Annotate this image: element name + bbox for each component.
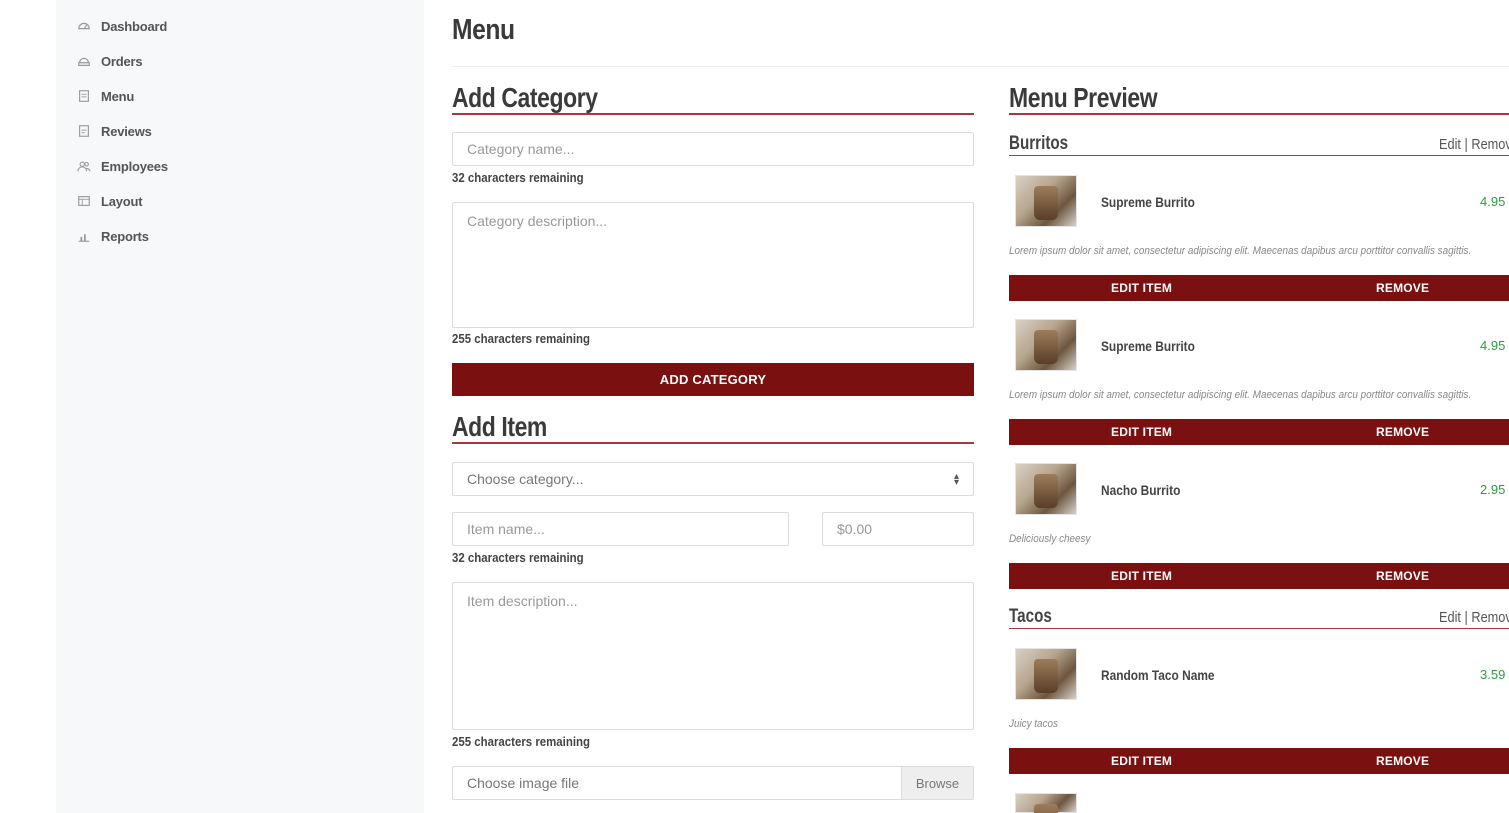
sidebar: Dashboard Orders Menu Reviews Employees … — [56, 0, 424, 813]
sidebar-item-label: Dashboard — [101, 18, 168, 34]
item-name-hint: 32 characters remaining — [452, 550, 584, 565]
remove-item-button[interactable]: REMOVE — [1376, 419, 1429, 445]
item-price: 3.59 — [1480, 667, 1506, 682]
browse-button[interactable]: Browse — [901, 767, 973, 799]
title-divider — [452, 66, 1509, 67]
item-description: Deliciously cheesy — [1009, 533, 1091, 545]
item-price-placeholder: $0.00 — [837, 521, 873, 537]
category-description-placeholder: Category description... — [467, 213, 608, 229]
page-title: Menu — [452, 14, 515, 46]
category-name-input[interactable]: Category name... — [452, 132, 974, 166]
item-name: Supreme Burrito — [1101, 338, 1195, 354]
sidebar-item-layout[interactable]: Layout — [76, 189, 143, 213]
menu-preview-heading: Menu Preview — [1009, 82, 1158, 113]
category-name-placeholder: Category name... — [467, 141, 575, 157]
item-name: Random Taco Name — [1101, 667, 1215, 683]
item-price: 4.95 — [1480, 194, 1506, 209]
menu-preview-divider — [1009, 113, 1509, 115]
item-actions: EDIT ITEM REMOVE — [1009, 748, 1509, 774]
category-select[interactable]: Choose category... ▴ ▾ — [452, 462, 974, 496]
item-price: 2.95 — [1480, 482, 1506, 497]
image-file-input[interactable]: Choose image file Browse — [452, 766, 974, 800]
item-thumbnail — [1015, 175, 1077, 227]
edit-item-button[interactable]: EDIT ITEM — [1111, 419, 1172, 445]
item-description-placeholder: Item description... — [467, 593, 578, 609]
item-price: 4.95 — [1480, 338, 1506, 353]
item-actions: EDIT ITEM REMOVE — [1009, 419, 1509, 445]
category-divider — [1009, 155, 1509, 156]
menu-icon — [76, 88, 92, 104]
sidebar-item-label: Layout — [101, 193, 143, 209]
employees-icon — [76, 158, 92, 174]
layout-icon — [76, 193, 92, 209]
category-name-tacos: Tacos — [1009, 606, 1052, 627]
category-edit-remove-link[interactable]: Edit | Remove — [1439, 136, 1509, 153]
edit-item-button[interactable]: EDIT ITEM — [1111, 563, 1172, 589]
image-file-placeholder: Choose image file — [467, 775, 580, 791]
item-name-placeholder: Item name... — [467, 521, 545, 537]
sidebar-item-label: Reports — [101, 228, 149, 244]
orders-icon — [76, 53, 92, 69]
item-description: Lorem ipsum dolor sit amet, consectetur … — [1009, 389, 1472, 401]
item-description: Juicy tacos — [1009, 718, 1058, 730]
item-name-input[interactable]: Item name... — [452, 512, 789, 546]
item-description-hint: 255 characters remaining — [452, 734, 590, 749]
remove-item-button[interactable]: REMOVE — [1376, 275, 1429, 301]
item-description: Lorem ipsum dolor sit amet, consectetur … — [1009, 245, 1472, 257]
category-name-hint: 32 characters remaining — [452, 170, 584, 185]
category-divider — [1009, 628, 1509, 629]
remove-item-button[interactable]: REMOVE — [1376, 748, 1429, 774]
category-description-input[interactable]: Category description... — [452, 202, 974, 328]
remove-item-button[interactable]: REMOVE — [1376, 563, 1429, 589]
sidebar-item-reviews[interactable]: Reviews — [76, 119, 152, 143]
sidebar-item-menu[interactable]: Menu — [76, 84, 134, 108]
sidebar-item-label: Employees — [101, 158, 168, 174]
sidebar-item-reports[interactable]: Reports — [76, 224, 149, 248]
sidebar-item-orders[interactable]: Orders — [76, 49, 143, 73]
reviews-icon — [76, 123, 92, 139]
item-actions: EDIT ITEM REMOVE — [1009, 563, 1509, 589]
item-actions: EDIT ITEM REMOVE — [1009, 275, 1509, 301]
item-description-input[interactable]: Item description... — [452, 582, 974, 730]
item-name: Nacho Burrito — [1101, 482, 1181, 498]
sidebar-item-dashboard[interactable]: Dashboard — [76, 14, 167, 38]
add-item-divider — [452, 442, 974, 444]
sidebar-item-employees[interactable]: Employees — [76, 154, 168, 178]
item-thumbnail — [1015, 648, 1077, 700]
add-category-divider — [452, 113, 974, 115]
item-thumbnail — [1015, 463, 1077, 515]
sidebar-item-label: Menu — [101, 88, 135, 104]
add-category-button[interactable]: ADD CATEGORY — [452, 363, 974, 396]
reports-icon — [76, 228, 92, 244]
item-name: Supreme Burrito — [1101, 194, 1195, 210]
edit-item-button[interactable]: EDIT ITEM — [1111, 275, 1172, 301]
category-description-hint: 255 characters remaining — [452, 331, 590, 346]
category-select-value: Choose category... — [467, 471, 584, 487]
sidebar-item-label: Reviews — [101, 123, 152, 139]
edit-item-button[interactable]: EDIT ITEM — [1111, 748, 1172, 774]
item-thumbnail — [1015, 793, 1077, 813]
category-name-burritos: Burritos — [1009, 133, 1069, 154]
dashboard-icon — [76, 18, 92, 34]
add-category-heading: Add Category — [452, 82, 598, 113]
item-price-input[interactable]: $0.00 — [822, 512, 974, 546]
select-arrows-icon: ▴ ▾ — [953, 471, 959, 488]
item-thumbnail — [1015, 319, 1077, 371]
sidebar-item-label: Orders — [101, 53, 143, 69]
add-item-heading: Add Item — [452, 411, 547, 442]
category-edit-remove-link[interactable]: Edit | Remove — [1439, 609, 1509, 626]
